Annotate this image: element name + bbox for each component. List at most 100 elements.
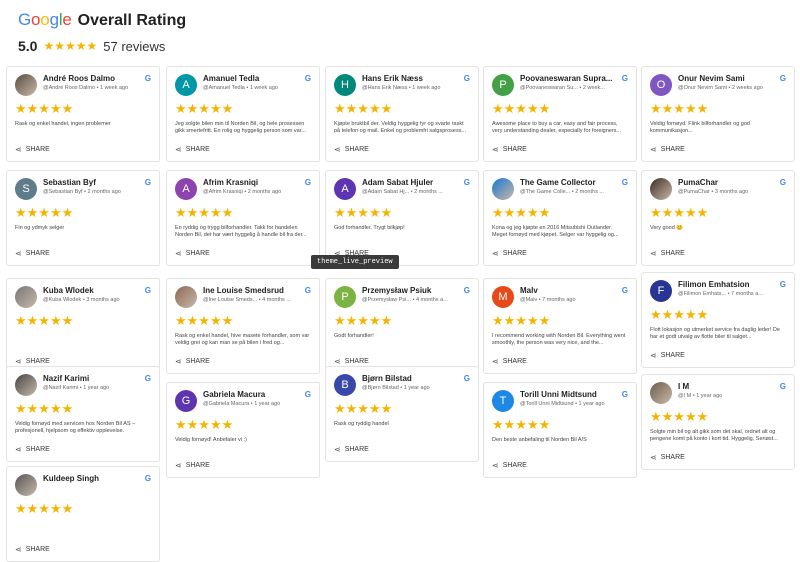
- review-stars: ★★★★★: [15, 313, 74, 328]
- overall-stars: ★★★★★: [43, 39, 98, 53]
- share-icon: ⋖: [492, 357, 499, 366]
- share-button[interactable]: ⋖ SHARE: [334, 145, 470, 154]
- share-icon: ⋖: [650, 351, 657, 360]
- google-icon: G: [463, 286, 470, 295]
- share-icon: ⋖: [175, 461, 182, 470]
- rating-header: Google Overall Rating 5.0 ★★★★★ 57 revie…: [18, 10, 186, 54]
- reviewer-name[interactable]: Malv: [520, 286, 614, 295]
- share-button[interactable]: ⋖ SHARE: [15, 249, 151, 258]
- share-icon: ⋖: [334, 357, 341, 366]
- review-card: Ine Louise Smedsrud @Ine Louise Smeds...…: [166, 278, 320, 374]
- review-stars: ★★★★★: [650, 307, 709, 322]
- share-label: SHARE: [344, 446, 369, 453]
- avatar: S: [15, 178, 37, 200]
- google-icon: G: [144, 178, 151, 187]
- review-meta: @Ine Louise Smeds... • 4 months ...: [203, 297, 291, 303]
- review-text: Veldig fornøyd. Flink bilforhandler og g…: [650, 121, 750, 134]
- review-text: I recommend working with Norden Bil. Eve…: [492, 333, 626, 346]
- google-icon: G: [621, 74, 628, 83]
- share-label: SHARE: [25, 250, 50, 257]
- reviewer-name[interactable]: The Game Collector: [520, 178, 614, 187]
- review-stars: ★★★★★: [175, 313, 234, 328]
- reviewer-name[interactable]: Hans Erik Næss: [362, 74, 456, 83]
- share-button[interactable]: ⋖ SHARE: [15, 445, 151, 454]
- share-icon: ⋖: [15, 145, 22, 154]
- review-meta: @I M • 1 year ago: [678, 393, 723, 399]
- share-label: SHARE: [25, 546, 50, 553]
- review-card: Kuba Wlodek @Kuba Wlodek • 3 months ago …: [6, 278, 160, 374]
- review-meta: @Torill Unni Midtsund • 1 year ago: [520, 401, 605, 407]
- reviewer-name[interactable]: I M: [678, 382, 772, 391]
- review-card: Nazif Karimi @Nazif Karimi • 1 year ago …: [6, 366, 160, 462]
- avatar: A: [334, 178, 356, 200]
- reviewer-name[interactable]: Onur Nevim Sami: [678, 74, 772, 83]
- share-button[interactable]: ⋖ SHARE: [175, 461, 311, 470]
- review-card: The Game Collector @The Game Colle... • …: [483, 170, 637, 266]
- overall-score: 5.0: [18, 38, 38, 54]
- review-stars: ★★★★★: [492, 313, 551, 328]
- reviewer-name[interactable]: Adam Sabat Hjuler: [362, 178, 456, 187]
- share-button[interactable]: ⋖ SHARE: [492, 249, 628, 258]
- review-meta: @Gabriela Macura • 1 year ago: [203, 401, 281, 407]
- review-stars: ★★★★★: [334, 401, 393, 416]
- review-text: Kona og jeg kjøpte en 2016 Mitsubishi Ou…: [492, 225, 619, 238]
- reviewer-name[interactable]: PumaChar: [678, 178, 772, 187]
- review-meta: @The Game Colle... • 2 months ...: [520, 189, 604, 195]
- reviewer-name[interactable]: Filimon Emhatsion: [678, 280, 772, 289]
- reviews-grid: André Roos Dalmo @André Roos Dalmo • 1 w…: [6, 66, 796, 562]
- review-meta: @Filimon Emhats... • 7 months a...: [678, 291, 763, 297]
- google-icon: G: [463, 178, 470, 187]
- reviewer-name[interactable]: Poovaneswaran Supra...: [520, 74, 614, 83]
- avatar: [15, 474, 37, 496]
- review-text: [15, 333, 151, 347]
- review-card: I M @I M • 1 year ago G ★★★★★ Solgte min…: [641, 374, 795, 470]
- share-button[interactable]: ⋖ SHARE: [492, 357, 628, 366]
- share-button[interactable]: ⋖ SHARE: [15, 145, 151, 154]
- share-icon: ⋖: [492, 461, 499, 470]
- share-button[interactable]: ⋖ SHARE: [650, 249, 786, 258]
- share-button[interactable]: ⋖ SHARE: [650, 145, 786, 154]
- share-button[interactable]: ⋖ SHARE: [175, 145, 311, 154]
- review-meta: @PumaChar • 3 months ago: [678, 189, 749, 195]
- reviewer-name[interactable]: Ine Louise Smedsrud: [203, 286, 297, 295]
- avatar: [15, 286, 37, 308]
- share-button[interactable]: ⋖ SHARE: [492, 145, 628, 154]
- review-meta: @Onur Nevim Sami • 2 weeks ago: [678, 85, 763, 91]
- review-card: A Adam Sabat Hjuler @Adam Sabat Hj... • …: [325, 170, 479, 266]
- reviewer-name[interactable]: Bjørn Bilstad: [362, 374, 456, 383]
- reviewer-name[interactable]: Gabriela Macura: [203, 390, 297, 399]
- review-meta: @Poovaneswaran Su... • 2 week...: [520, 85, 605, 91]
- reviewer-name[interactable]: Afrim Krasniqi: [203, 178, 297, 187]
- google-icon: G: [779, 178, 786, 187]
- share-label: SHARE: [344, 146, 369, 153]
- share-button[interactable]: ⋖ SHARE: [15, 545, 151, 554]
- google-icon: G: [144, 474, 151, 483]
- share-icon: ⋖: [492, 145, 499, 154]
- reviewer-name[interactable]: André Roos Dalmo: [43, 74, 137, 83]
- reviewer-name[interactable]: Kuldeep Singh: [43, 474, 137, 483]
- share-button[interactable]: ⋖ SHARE: [15, 357, 151, 366]
- share-button[interactable]: ⋖ SHARE: [334, 357, 470, 366]
- reviewer-name[interactable]: Torill Unni Midtsund: [520, 390, 614, 399]
- share-button[interactable]: ⋖ SHARE: [650, 453, 786, 462]
- share-icon: ⋖: [15, 357, 22, 366]
- reviewer-name[interactable]: Przemysław Psiuk: [362, 286, 456, 295]
- reviewer-name[interactable]: Amanuel Tedla: [203, 74, 297, 83]
- reviewer-name[interactable]: Sebastian Byf: [43, 178, 137, 187]
- google-icon: G: [144, 374, 151, 383]
- share-button[interactable]: ⋖ SHARE: [175, 357, 311, 366]
- review-card: PumaChar @PumaChar • 3 months ago G ★★★★…: [641, 170, 795, 266]
- review-card: T Torill Unni Midtsund @Torill Unni Midt…: [483, 382, 637, 478]
- reviewer-name[interactable]: Nazif Karimi: [43, 374, 137, 383]
- reviewer-name[interactable]: Kuba Wlodek: [43, 286, 137, 295]
- review-card: P Przemysław Psiuk @Przemysław Psi... • …: [325, 278, 479, 374]
- review-card: A Amanuel Tedla @Amanuel Tedla • 1 week …: [166, 66, 320, 162]
- review-meta: @Kuba Wlodek • 3 months ago: [43, 297, 120, 303]
- share-icon: ⋖: [175, 249, 182, 258]
- share-button[interactable]: ⋖ SHARE: [650, 351, 786, 360]
- share-button[interactable]: ⋖ SHARE: [334, 445, 470, 454]
- avatar: T: [492, 390, 514, 412]
- share-button[interactable]: ⋖ SHARE: [492, 461, 628, 470]
- share-button[interactable]: ⋖ SHARE: [175, 249, 311, 258]
- google-icon: G: [304, 286, 311, 295]
